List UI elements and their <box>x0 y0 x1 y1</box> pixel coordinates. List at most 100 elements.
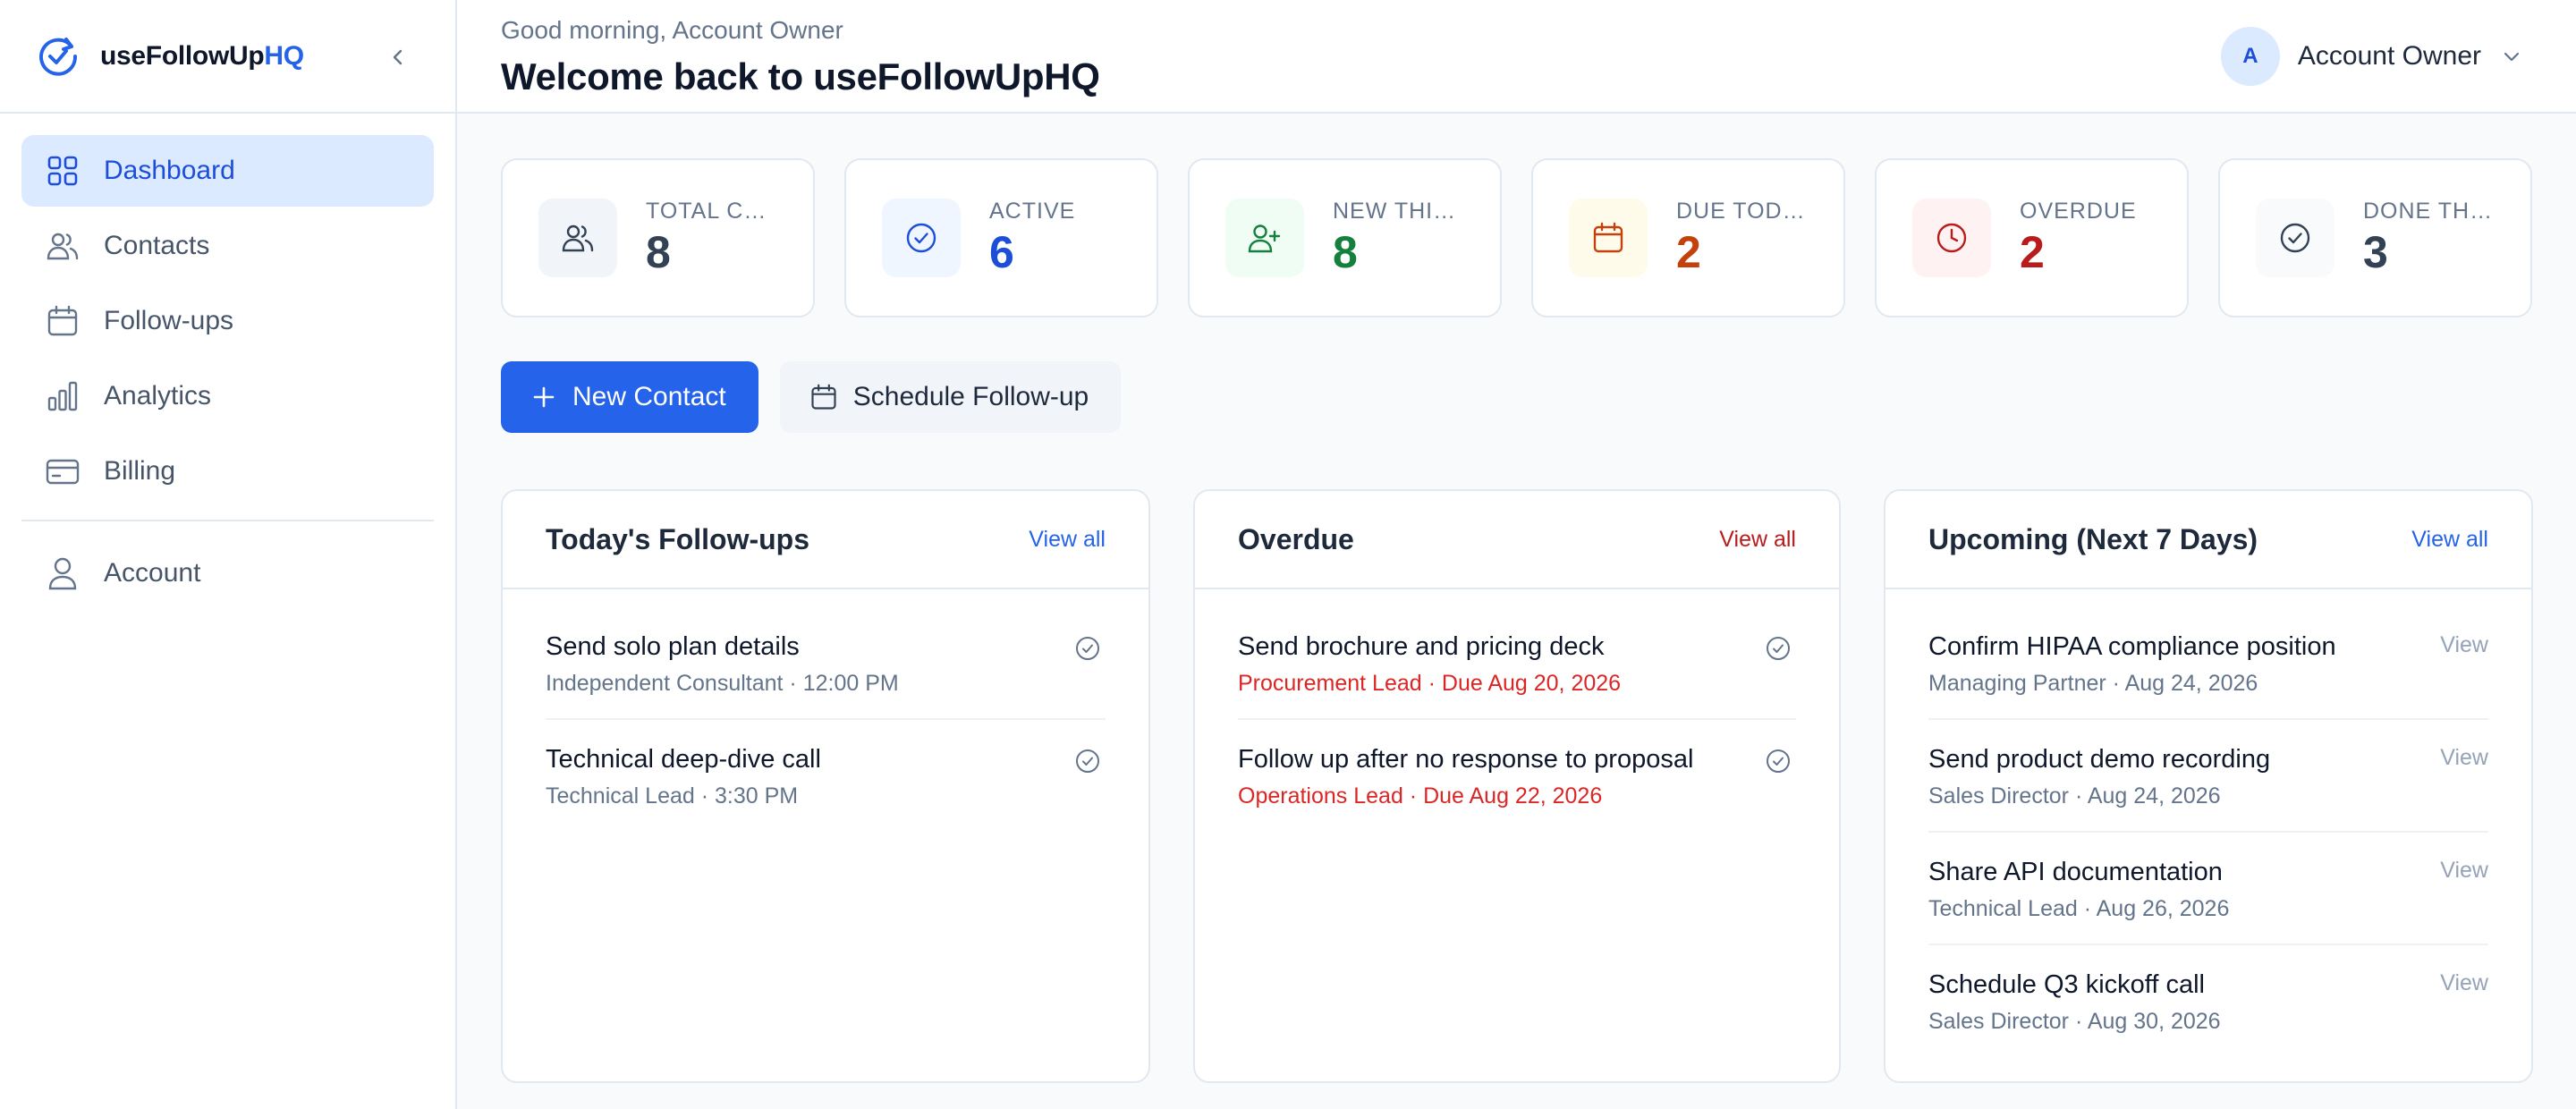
mark-done-button[interactable] <box>1070 743 1106 779</box>
item-subtitle: Procurement Lead · Due Aug 20, 2026 <box>1238 671 1622 696</box>
user-plus-icon <box>1248 224 1281 253</box>
logo-icon <box>39 37 78 76</box>
stat-cards: TOTAL CO... 8 ACTIVE 6 NEW THIS... 8 DUE… <box>501 158 2532 317</box>
panel-header: Overdue View all <box>1195 491 1839 589</box>
item-subtitle: Sales Director · Aug 30, 2026 <box>1928 1009 2221 1034</box>
item-title: Technical deep-dive call <box>546 745 821 774</box>
check-circle-icon <box>2280 223 2310 253</box>
chevron-down-icon <box>2504 52 2520 62</box>
sidebar-item-contacts[interactable]: Contacts <box>21 210 434 282</box>
upcoming-panel: Upcoming (Next 7 Days) View all Confirm … <box>1884 489 2533 1083</box>
sidebar-item-dashboard[interactable]: Dashboard <box>21 135 434 207</box>
item-subtitle: Technical Lead · Aug 26, 2026 <box>1928 896 2230 921</box>
check-circle-icon <box>1076 749 1099 773</box>
stat-card-overdue: OVERDUE 2 <box>1875 158 2189 317</box>
todays-follow-ups-panel: Today's Follow-ups View all Send solo pl… <box>501 489 1150 1083</box>
calendar-icon <box>1593 222 1623 253</box>
stat-value: 8 <box>646 227 671 277</box>
sidebar-item-follow-ups[interactable]: Follow-ups <box>21 285 434 357</box>
list-item[interactable]: Send solo plan details Independent Consu… <box>546 607 1106 720</box>
view-link[interactable]: View <box>2440 970 2488 996</box>
calendar-icon <box>45 303 80 339</box>
list-item[interactable]: Share API documentation Technical Lead ·… <box>1928 833 2488 945</box>
sidebar-item-billing[interactable]: Billing <box>21 436 434 507</box>
stat-card-done-this-week: DONE THI... 3 <box>2218 158 2532 317</box>
brand-header: useFollowUpHQ <box>0 0 455 114</box>
sidebar-item-analytics[interactable]: Analytics <box>21 360 434 432</box>
sidebar-item-label: Follow-ups <box>104 306 234 335</box>
list-item[interactable]: Send brochure and pricing deck Procureme… <box>1238 607 1796 720</box>
item-subtitle: Independent Consultant · 12:00 PM <box>546 671 899 696</box>
stat-card-active: ACTIVE 6 <box>844 158 1158 317</box>
stat-value: 8 <box>1333 227 1358 277</box>
sidebar-item-label: Account <box>104 558 201 588</box>
view-link[interactable]: View <box>2440 858 2488 884</box>
panel-title: Today's Follow-ups <box>546 522 810 555</box>
calendar-icon <box>811 384 836 410</box>
plus-icon <box>533 386 555 408</box>
stat-label: DONE THI... <box>2363 199 2495 224</box>
mark-done-button[interactable] <box>1760 743 1796 779</box>
stat-value: 3 <box>2363 227 2388 277</box>
check-circle-icon <box>906 223 936 253</box>
mark-done-button[interactable] <box>1070 631 1106 666</box>
list-item[interactable]: Follow up after no response to proposal … <box>1238 720 1796 833</box>
check-circle-icon <box>1076 637 1099 660</box>
view-all-link[interactable]: View all <box>1719 527 1796 553</box>
top-header: Good morning, Account Owner Welcome back… <box>457 0 2576 114</box>
bar-chart-icon <box>45 378 80 414</box>
stat-label: ACTIVE <box>989 199 1076 224</box>
clock-icon <box>1936 223 1967 253</box>
new-contact-button[interactable]: New Contact <box>501 361 758 433</box>
stat-value: 2 <box>1676 227 1701 277</box>
panel-header: Today's Follow-ups View all <box>503 491 1148 589</box>
stat-icon-bg <box>2256 199 2334 277</box>
greeting-text: Good morning, Account Owner <box>501 16 843 44</box>
chevron-left-icon <box>393 49 402 65</box>
panel-title: Overdue <box>1238 522 1354 555</box>
action-buttons: New Contact Schedule Follow-up <box>501 361 1122 433</box>
sidebar-item-label: Analytics <box>104 381 212 411</box>
list-item[interactable]: Technical deep-dive call Technical Lead … <box>546 720 1106 833</box>
item-subtitle: Technical Lead · 3:30 PM <box>546 783 799 808</box>
item-title: Send brochure and pricing deck <box>1238 632 1605 661</box>
check-circle-icon <box>1767 637 1790 660</box>
schedule-follow-up-button[interactable]: Schedule Follow-up <box>779 361 1122 433</box>
sidebar-item-label: Dashboard <box>104 156 235 185</box>
collapse-sidebar-button[interactable] <box>380 39 416 75</box>
list-item[interactable]: Confirm HIPAA compliance position Managi… <box>1928 607 2488 720</box>
sidebar-nav: Dashboard Contacts Follow-ups Analytics … <box>0 114 455 609</box>
stat-card-total-contacts: TOTAL CO... 8 <box>501 158 815 317</box>
view-all-link[interactable]: View all <box>1029 527 1106 553</box>
check-circle-icon <box>1767 749 1790 773</box>
avatar: A <box>2220 27 2280 86</box>
stat-label: TOTAL CO... <box>646 199 777 224</box>
sidebar: useFollowUpHQ Dashboard Contacts Follow-… <box>0 0 457 1109</box>
view-link[interactable]: View <box>2440 632 2488 658</box>
item-title: Send product demo recording <box>1928 745 2271 774</box>
mark-done-button[interactable] <box>1760 631 1796 666</box>
user-icon <box>45 555 80 591</box>
view-link[interactable]: View <box>2440 745 2488 771</box>
stat-value: 2 <box>2020 227 2045 277</box>
sidebar-item-account[interactable]: Account <box>21 538 434 609</box>
item-subtitle: Operations Lead · Due Aug 22, 2026 <box>1238 783 1603 808</box>
brand-name: useFollowUpHQ <box>100 41 304 72</box>
item-title: Schedule Q3 kickoff call <box>1928 970 2205 999</box>
credit-card-icon <box>45 453 80 489</box>
sidebar-divider <box>21 520 434 521</box>
stat-icon-bg <box>882 199 961 277</box>
list-item[interactable]: Send product demo recording Sales Direct… <box>1928 720 2488 833</box>
item-subtitle: Sales Director · Aug 24, 2026 <box>1928 783 2221 808</box>
stat-icon-bg <box>1912 199 1991 277</box>
user-menu[interactable]: A Account Owner <box>2220 27 2522 86</box>
brand-name-main: useFollowUp <box>100 40 265 71</box>
panel-header: Upcoming (Next 7 Days) View all <box>1885 491 2531 589</box>
new-contact-label: New Contact <box>572 382 726 411</box>
view-all-link[interactable]: View all <box>2411 527 2488 553</box>
brand-name-accent: HQ <box>264 40 304 71</box>
stat-label: OVERDUE <box>2020 199 2137 224</box>
list-item[interactable]: Schedule Q3 kickoff call Sales Director … <box>1928 945 2488 1058</box>
item-title: Follow up after no response to proposal <box>1238 745 1694 774</box>
users-icon <box>45 228 80 264</box>
